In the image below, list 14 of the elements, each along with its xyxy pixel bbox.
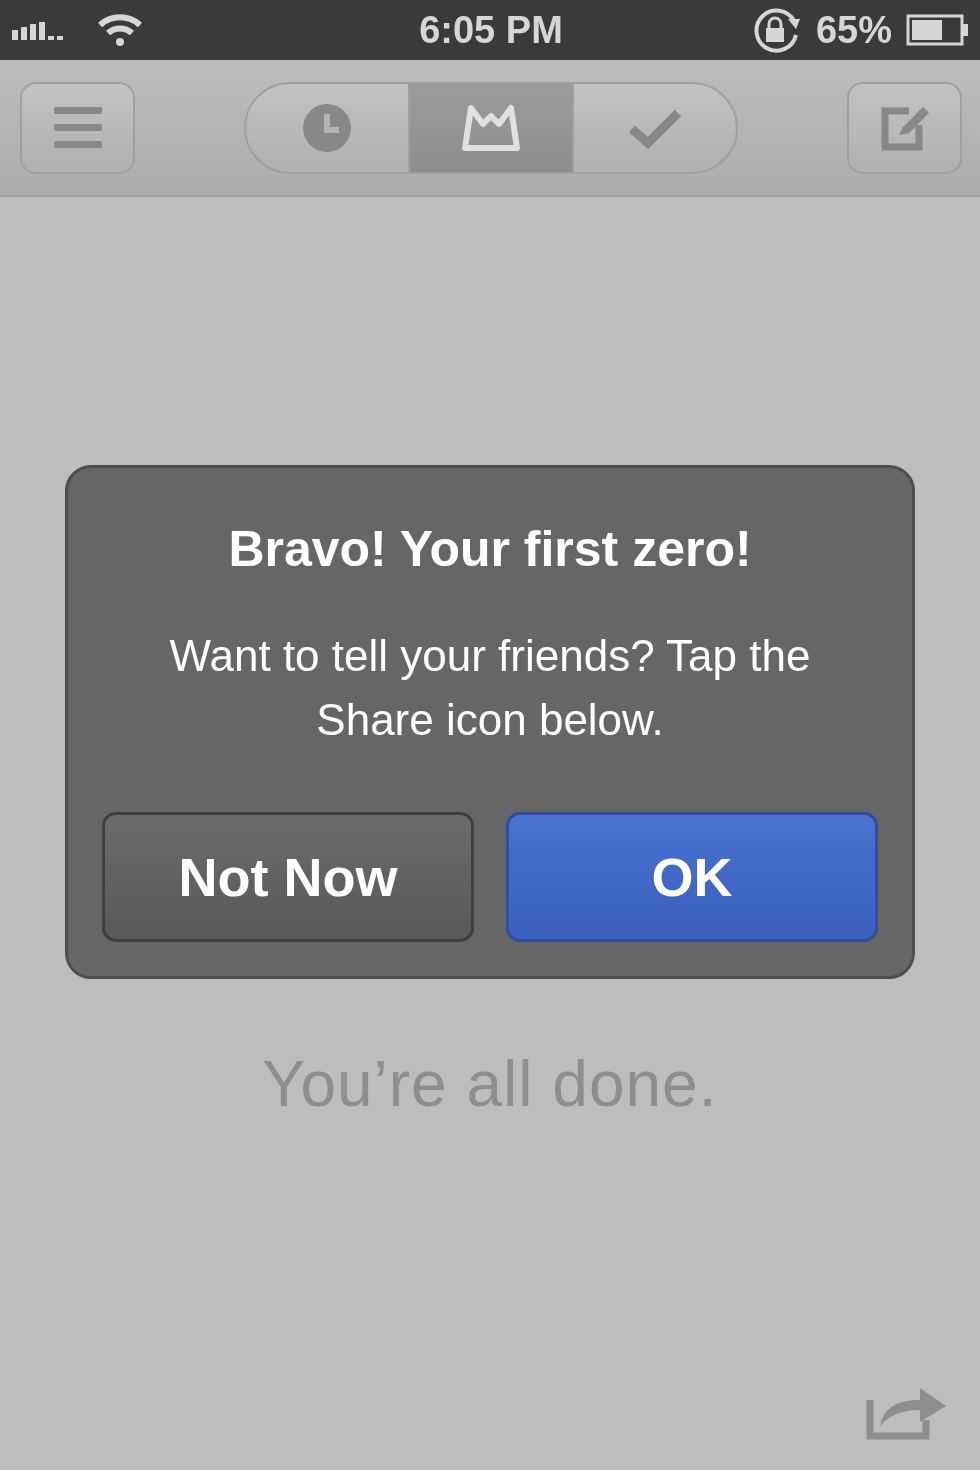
dismiss-button[interactable]: Not Now <box>102 812 474 942</box>
confirm-button[interactable]: OK <box>506 812 878 942</box>
battery-percentage: 65% <box>815 8 892 52</box>
clock-time: 6:05 PM <box>419 8 563 52</box>
menu-button[interactable] <box>20 81 135 174</box>
inbox-tray-icon <box>461 103 521 152</box>
compose-button[interactable] <box>847 81 962 174</box>
battery-icon <box>906 14 970 46</box>
wifi-icon <box>96 13 144 47</box>
clock-icon <box>301 101 353 154</box>
inbox-tab[interactable] <box>408 83 572 172</box>
alert-message: Want to tell your friends? Tap the Share icon below. <box>168 630 812 746</box>
alert-title: Bravo! Your first zero! <box>228 520 752 579</box>
menu-icon <box>53 106 102 149</box>
